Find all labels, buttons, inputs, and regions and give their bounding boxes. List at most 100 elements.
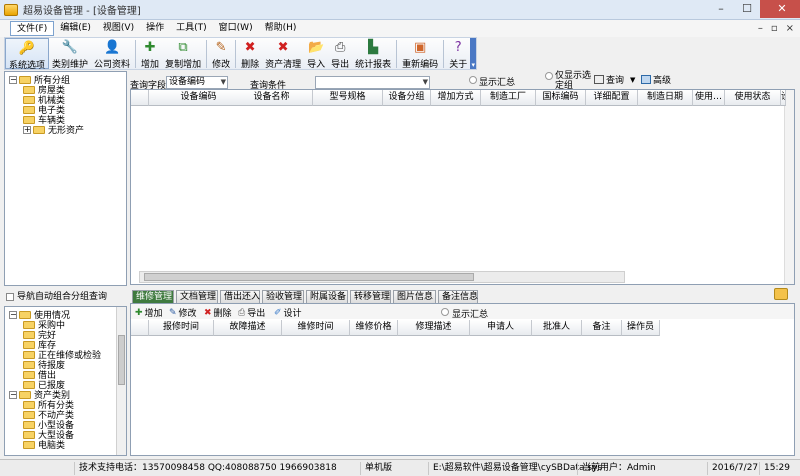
column-header[interactable]: 国标编码 <box>536 90 586 106</box>
close-button[interactable]: ✕ <box>760 0 800 18</box>
app-logo-icon <box>4 3 18 16</box>
toolbar-button-10[interactable]: ▙ 统计报表 <box>352 38 394 70</box>
toolbar-button-label: 类别维护 <box>52 60 89 70</box>
column-header[interactable]: 故障描述 <box>214 320 282 336</box>
toolbar-button-3[interactable]: ✚ 增加 <box>138 38 162 70</box>
only-selected-radio[interactable] <box>545 72 553 80</box>
toolbar-button-4[interactable]: ⧉ 复制增加 <box>162 38 204 70</box>
toolbar-button-8[interactable]: 📂 导入 <box>304 38 328 70</box>
query-dropdown-icon[interactable]: ▼ <box>630 76 635 84</box>
tree-expander-icon[interactable]: + <box>23 125 31 134</box>
nav-tree-scrollbar[interactable] <box>116 307 126 455</box>
maintenance-grid[interactable]: 报修时间 故障描述 维修时间 维修价格 修理描述 申请人 批准人 备注 操作员 <box>131 320 794 455</box>
toolbar-button-7[interactable]: ✖ 资产清理 <box>262 38 304 70</box>
toolbar-button-5[interactable]: ✎ 修改 <box>209 38 233 70</box>
mdi-restore-button[interactable]: ▫ <box>771 20 778 37</box>
tab-6[interactable]: 图片信息 <box>393 290 436 303</box>
sub-show-summary-radio[interactable] <box>441 308 449 316</box>
column-header[interactable]: 设备分组 <box>383 90 431 106</box>
menu-help[interactable]: 帮助(H) <box>259 21 303 36</box>
sub-delete-label: 删除 <box>213 309 232 319</box>
tab-3[interactable]: 验收管理 <box>262 290 304 303</box>
printer-icon: ⎙ <box>334 40 346 55</box>
tab-5[interactable]: 转移管理 <box>350 290 391 303</box>
folder-icon <box>23 350 35 359</box>
column-header[interactable]: 维修时间 <box>282 320 350 336</box>
column-header[interactable]: 修理描述 <box>398 320 470 336</box>
column-header[interactable]: 设备名称 <box>231 90 313 106</box>
nav_tree-node[interactable]: 电脑类 <box>23 439 65 451</box>
column-header[interactable]: 申请人 <box>470 320 532 336</box>
sub-edit-button[interactable]: ✎ 修改 <box>169 306 197 320</box>
query-button[interactable]: 查询 ▼ <box>594 73 635 86</box>
menu-operation[interactable]: 操作 <box>140 21 170 36</box>
toolbar-button-9[interactable]: ⎙ 导出 <box>328 38 352 70</box>
tab-1[interactable]: 文档管理 <box>176 290 218 303</box>
toolbar-button-12[interactable]: ? 关于 <box>446 38 470 70</box>
hand-key-icon: 🔑 <box>18 41 36 56</box>
sub-add-label: 增加 <box>144 309 163 319</box>
toolbar-button-1[interactable]: 🔧 类别维护 <box>49 38 91 70</box>
device-grid-vscrollbar[interactable] <box>784 90 794 284</box>
tree-expander-icon[interactable]: − <box>9 310 17 319</box>
column-header[interactable]: 制造日期 <box>638 90 693 106</box>
column-header[interactable]: 型号规格 <box>313 90 383 106</box>
column-header[interactable]: 报修时间 <box>149 320 214 336</box>
toolbar-separator <box>443 40 445 68</box>
column-header[interactable]: 备注 <box>582 320 622 336</box>
tab-0[interactable]: 维修管理 <box>132 290 174 303</box>
only-selected-label-line1: 仅显示选 <box>555 71 592 81</box>
tree-expander-icon[interactable]: − <box>9 75 17 84</box>
column-header[interactable]: 使用状态 <box>725 90 781 106</box>
data-file-path: E:\超易软件\超易设备管理\cySBData.sys <box>428 462 602 475</box>
toolbar-button-6[interactable]: ✖ 删除 <box>238 38 262 70</box>
tree-expander-icon[interactable]: − <box>9 390 17 399</box>
sub-delete-button[interactable]: ✖ 删除 <box>204 306 232 320</box>
toolbar-button-0[interactable]: 🔑 系统选项 <box>5 38 50 71</box>
column-header[interactable]: 增加方式 <box>431 90 481 106</box>
tab-7[interactable]: 备注信息 <box>438 290 478 303</box>
column-header[interactable]: 制造工厂 <box>481 90 536 106</box>
bar-chart-icon: ▙ <box>368 40 379 55</box>
menu-window[interactable]: 窗口(W) <box>213 21 259 36</box>
folder-icon[interactable] <box>774 288 788 300</box>
device-grid-scroll-thumb[interactable] <box>144 273 474 281</box>
sub-show-summary-label: 显示汇总 <box>452 310 489 320</box>
folder-icon <box>23 330 35 339</box>
menu-edit[interactable]: 编辑(E) <box>54 21 97 36</box>
sub-export-button[interactable]: ⎙ 导出 <box>238 306 265 320</box>
advanced-button[interactable]: 高级 <box>641 73 671 86</box>
column-header[interactable]: 使用… <box>693 90 725 106</box>
sub-design-button[interactable]: ✐ 设计 <box>274 306 302 320</box>
tab-2[interactable]: 借出还入 <box>220 290 260 303</box>
column-header[interactable]: 操作员 <box>622 320 660 336</box>
nav-tree-scroll-thumb[interactable] <box>118 335 125 385</box>
grid-corner <box>131 90 149 106</box>
query-condition-input[interactable]: ▼ <box>315 76 430 89</box>
mdi-close-button[interactable]: × <box>786 20 794 37</box>
column-header[interactable]: 批准人 <box>532 320 582 336</box>
menu-view[interactable]: 视图(V) <box>97 21 140 36</box>
toolbar-overflow-button[interactable]: ▾ <box>470 38 477 69</box>
toolbar-button-2[interactable]: 👤 公司资料 <box>91 38 133 70</box>
column-header[interactable]: 维修价格 <box>350 320 398 336</box>
column-header[interactable]: 详细配置 <box>586 90 638 106</box>
device-grid-hscrollbar[interactable] <box>139 271 625 283</box>
folder-icon <box>19 310 31 319</box>
show-summary-radio[interactable] <box>469 76 477 84</box>
mdi-minimize-button[interactable]: – <box>758 20 763 37</box>
toolbar-button-11[interactable]: ▣ 重新编码 <box>399 38 441 70</box>
menu-tools[interactable]: 工具(T) <box>170 21 213 36</box>
sub-add-button[interactable]: ✚ 增加 <box>135 306 163 320</box>
nav-auto-group-checkbox[interactable] <box>6 293 14 301</box>
query-field-select[interactable]: 设备编码 ▼ <box>166 76 228 89</box>
minimize-button[interactable]: – <box>708 0 734 18</box>
group_tree-node[interactable]: + 无形资产 <box>23 124 84 136</box>
menu-file[interactable]: 文件(F) <box>10 21 55 36</box>
column-header[interactable]: 设备类型 <box>781 90 786 106</box>
maximize-button[interactable]: ☐ <box>734 0 760 18</box>
only-selected-label: 仅显示选 定组 <box>555 71 591 91</box>
tab-4[interactable]: 附属设备 <box>306 290 348 303</box>
nav-auto-group-option[interactable]: 导航自动组合分组查询 <box>6 292 126 302</box>
device-grid[interactable]: 设备编码 设备名称 型号规格 设备分组 增加方式 制造工厂 国标编码 详细配置 制造日期 使用… 使… <box>130 89 795 285</box>
